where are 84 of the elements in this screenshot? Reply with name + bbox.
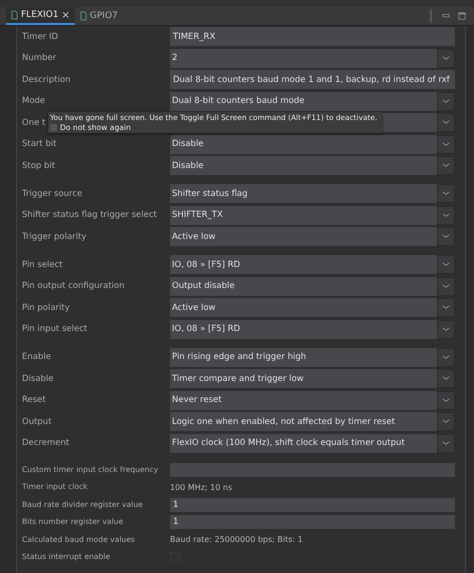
chevron-down-icon [442, 120, 450, 125]
dropdown[interactable]: Never reset [170, 390, 437, 410]
dropdown[interactable]: SHIFTER_TX [170, 206, 437, 224]
dropdown-button[interactable] [437, 320, 455, 338]
dropdown[interactable]: Active low [170, 298, 437, 317]
dropdown-button[interactable] [437, 206, 455, 224]
chevron-down-icon [442, 191, 450, 196]
dropdown[interactable]: Timer compare and trigger low [170, 369, 437, 388]
checkbox[interactable] [50, 124, 57, 131]
field-label: Shifter status flag trigger select [22, 210, 157, 220]
chevron-down-icon [442, 234, 450, 239]
dropdown-button[interactable] [437, 276, 455, 296]
dropdown[interactable]: Pin rising edge and trigger high [170, 348, 437, 366]
chevron-down-icon [442, 262, 450, 267]
input-field[interactable]: TIMER_RX [170, 27, 455, 46]
minimize-icon[interactable] [442, 12, 450, 20]
dropdown-button[interactable] [437, 369, 455, 388]
chevron-down-icon [442, 376, 450, 381]
field-label: Output [22, 416, 52, 426]
dropdown-button[interactable] [437, 298, 455, 317]
dropdown-button[interactable] [437, 348, 455, 366]
input-field[interactable]: 1 [170, 498, 455, 512]
document-icon [80, 11, 87, 21]
field-label: Timer ID [22, 32, 58, 42]
field-label: Pin input select [22, 324, 88, 334]
dropdown-button[interactable] [437, 255, 455, 274]
close-icon[interactable]: × [62, 10, 70, 20]
dropdown[interactable]: Disable [170, 156, 437, 175]
field-label: Pin polarity [22, 302, 70, 312]
dropdown-button[interactable] [437, 113, 455, 132]
dropdown[interactable]: Output disable [170, 276, 437, 296]
chevron-down-icon [442, 212, 450, 218]
field-label: Mode [22, 96, 46, 106]
chevron-down-icon [442, 98, 450, 104]
chevron-down-icon [442, 398, 450, 402]
chevron-down-icon [442, 56, 450, 60]
dropdown-button[interactable] [437, 48, 455, 68]
dropdown-button[interactable] [437, 412, 455, 431]
chevron-down-icon [442, 284, 450, 288]
dropdown[interactable]: IO, 08 » [F5] RD [170, 255, 437, 274]
dropdown[interactable]: Dual 8-bit counters baud mode [170, 92, 437, 110]
value-text: Baud rate: 25000000 bps; Bits: 1 [170, 535, 303, 544]
chevron-down-icon [442, 419, 450, 424]
field-label: Enable [22, 352, 51, 362]
dropdown-button[interactable] [437, 390, 455, 410]
field-label: Number [22, 53, 56, 63]
dropdown-button[interactable] [437, 92, 455, 110]
dropdown-button[interactable] [437, 134, 455, 154]
chevron-down-icon [442, 163, 450, 168]
dropdown[interactable]: Logic one when enabled, not affected by timer reset [170, 412, 437, 431]
field-label: Trigger polarity [22, 232, 86, 242]
dropdown-button[interactable] [437, 227, 455, 246]
dropdown-button[interactable] [437, 184, 455, 203]
chevron-down-icon [442, 305, 450, 310]
chevron-down-icon [442, 440, 450, 446]
editor-tab[interactable]: FLEXIO1 × [6, 7, 75, 25]
field-label: Stop bit [22, 160, 56, 170]
field-label: Disable [22, 374, 54, 384]
dropdown[interactable]: FlexIO clock (100 MHz), shift clock equals timer output [170, 434, 437, 452]
field-label: Start bit [22, 139, 57, 149]
dropdown[interactable]: 2 [170, 48, 437, 68]
field-label: Pin select [22, 260, 63, 270]
dropdown-button[interactable] [437, 434, 455, 452]
dropdown[interactable]: IO, 08 » [F5] RD [170, 320, 437, 338]
document-icon [11, 10, 18, 20]
dropdown[interactable]: Shifter status flag [170, 184, 437, 203]
chevron-down-icon [442, 354, 450, 360]
maximize-icon[interactable] [458, 12, 466, 20]
field-label: Trigger source [22, 188, 82, 198]
input-field[interactable] [170, 462, 455, 476]
input-field[interactable]: Dual 8-bit counters baud mode 1 and 1, backup, rd instead of rxf [170, 70, 455, 89]
value-text: 100 MHz; 10 ns [170, 482, 232, 492]
chevron-down-icon [442, 142, 450, 146]
dropdown-button[interactable] [437, 156, 455, 175]
field-label: One t [22, 118, 46, 128]
field-label: Reset [22, 395, 46, 405]
input-field[interactable]: 1 [170, 515, 455, 529]
dropdown[interactable]: Disable [170, 134, 437, 154]
editor-tab[interactable]: GPIO7 [74, 7, 123, 25]
field-label: Decrement [22, 438, 70, 448]
chevron-down-icon [442, 326, 450, 332]
field-label: Description [22, 74, 70, 84]
dropdown[interactable]: Active low [170, 227, 437, 246]
field-label: Pin output configuration [22, 281, 125, 291]
